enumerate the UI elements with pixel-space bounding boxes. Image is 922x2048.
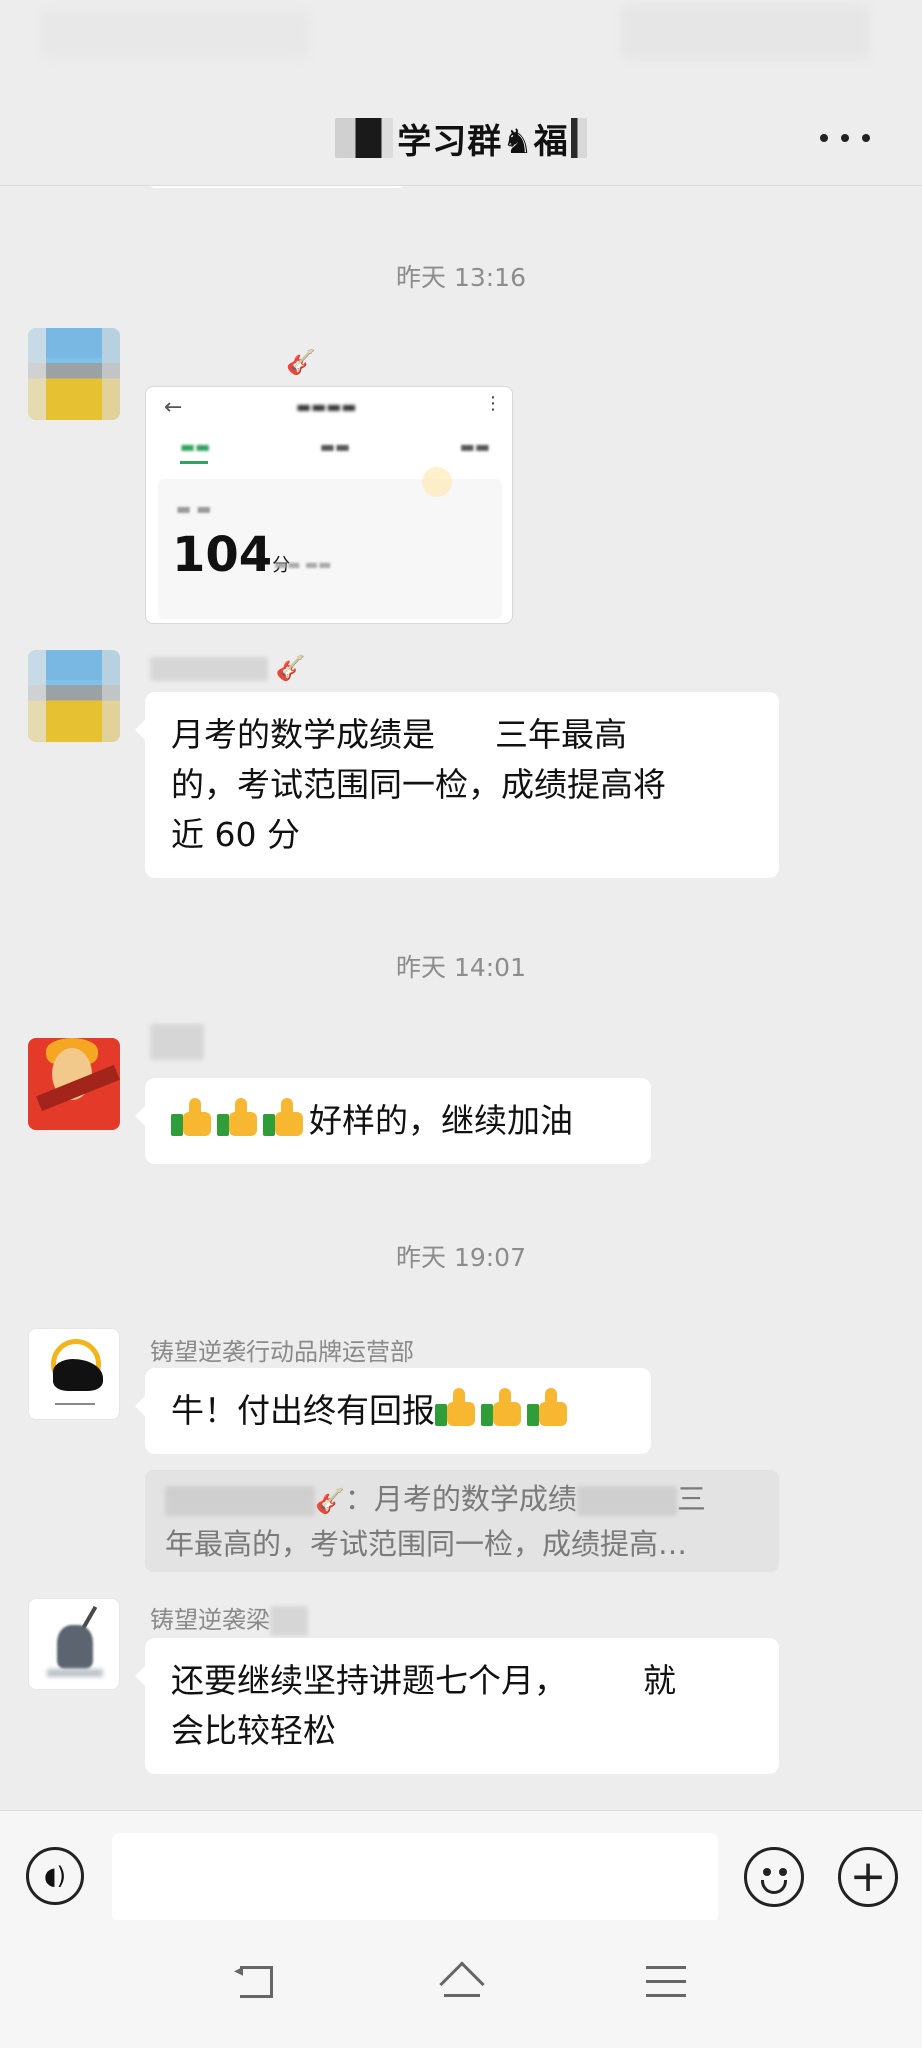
guitar-icon: 🎸 bbox=[315, 1487, 345, 1515]
thumbs-up-icon bbox=[263, 1096, 305, 1138]
image-message[interactable]: ← ▬▬▬▬ ⋮ ▬▬ ▬▬ ▬▬ ▬ ▬ 104分 ▬▬ ▬▬ bbox=[145, 386, 513, 624]
title-redaction-right bbox=[570, 118, 587, 158]
avatar[interactable] bbox=[28, 328, 120, 420]
status-bar-right bbox=[620, 4, 870, 60]
back-arrow-icon: ← bbox=[164, 395, 183, 420]
score-value: 104分 bbox=[172, 527, 291, 583]
avatar[interactable] bbox=[28, 1038, 120, 1130]
previous-bubble-edge bbox=[146, 186, 408, 188]
sender-name: 🎸 bbox=[286, 348, 316, 376]
plus-icon[interactable]: + bbox=[838, 1847, 898, 1907]
title-redaction bbox=[335, 118, 394, 158]
message-bubble[interactable]: 还要继续坚持讲题七个月，就 会比较轻松 bbox=[135, 1638, 779, 1774]
message-bubble[interactable]: 月考的数学成绩是 三年最高 的，考试范围同一检，成绩提高将 近 60 分 bbox=[135, 692, 779, 878]
avatar[interactable] bbox=[28, 1328, 120, 1420]
guitar-icon: 🎸 bbox=[286, 348, 316, 376]
thumbs-up-icon bbox=[481, 1386, 523, 1428]
sender-name: 铸望逆袭行动品牌运营部 bbox=[150, 1338, 414, 1366]
guitar-icon: 🎸 bbox=[275, 654, 306, 682]
system-nav-bar: ◂ bbox=[0, 1920, 922, 2048]
timestamp: 昨天 13:16 bbox=[396, 263, 526, 292]
sender-name bbox=[150, 1024, 204, 1060]
sender-name: 铸望逆袭梁 bbox=[150, 1600, 308, 1636]
menu-icon[interactable] bbox=[646, 1966, 686, 2000]
avatar[interactable] bbox=[28, 650, 120, 742]
timestamp: 昨天 19:07 bbox=[396, 1243, 526, 1272]
status-bar bbox=[0, 0, 922, 90]
quoted-message[interactable]: 🎸：月考的数学成绩三 年最高的，考试范围同一检，成绩提高… bbox=[145, 1470, 779, 1572]
input-bar: ◖) + bbox=[0, 1810, 922, 1923]
sender-name: 🎸 bbox=[150, 654, 306, 682]
more-icon[interactable] bbox=[820, 120, 870, 156]
status-bar-left bbox=[40, 10, 310, 58]
thumbs-up-icon bbox=[435, 1386, 477, 1428]
emoji-icon[interactable] bbox=[744, 1847, 804, 1907]
message-input[interactable] bbox=[112, 1833, 718, 1923]
message-bubble[interactable]: 好样的，继续加油 bbox=[135, 1078, 651, 1164]
thumbs-up-icon bbox=[527, 1386, 569, 1428]
chat-title: 学习群♞福 bbox=[397, 121, 569, 162]
avatar[interactable] bbox=[28, 1598, 120, 1690]
chat-title-wrap: 学习群♞福 bbox=[0, 90, 922, 186]
redaction bbox=[435, 721, 495, 752]
message-bubble[interactable]: 牛！付出终有回报 bbox=[135, 1368, 651, 1454]
voice-icon[interactable]: ◖) bbox=[26, 1847, 84, 1905]
home-icon[interactable] bbox=[434, 1954, 490, 2010]
chat-header: 学习群♞福 bbox=[0, 90, 922, 186]
timestamp: 昨天 14:01 bbox=[396, 953, 526, 982]
thumbs-up-icon bbox=[217, 1096, 259, 1138]
thumbs-up-icon bbox=[171, 1096, 213, 1138]
chat-area[interactable]: 昨天 13:16 🎸 ← ▬▬▬▬ ⋮ ▬▬ ▬▬ ▬▬ ▬ ▬ 104分 ▬▬ ▬… bbox=[0, 186, 922, 1810]
back-icon[interactable]: ◂ bbox=[232, 1960, 278, 2006]
